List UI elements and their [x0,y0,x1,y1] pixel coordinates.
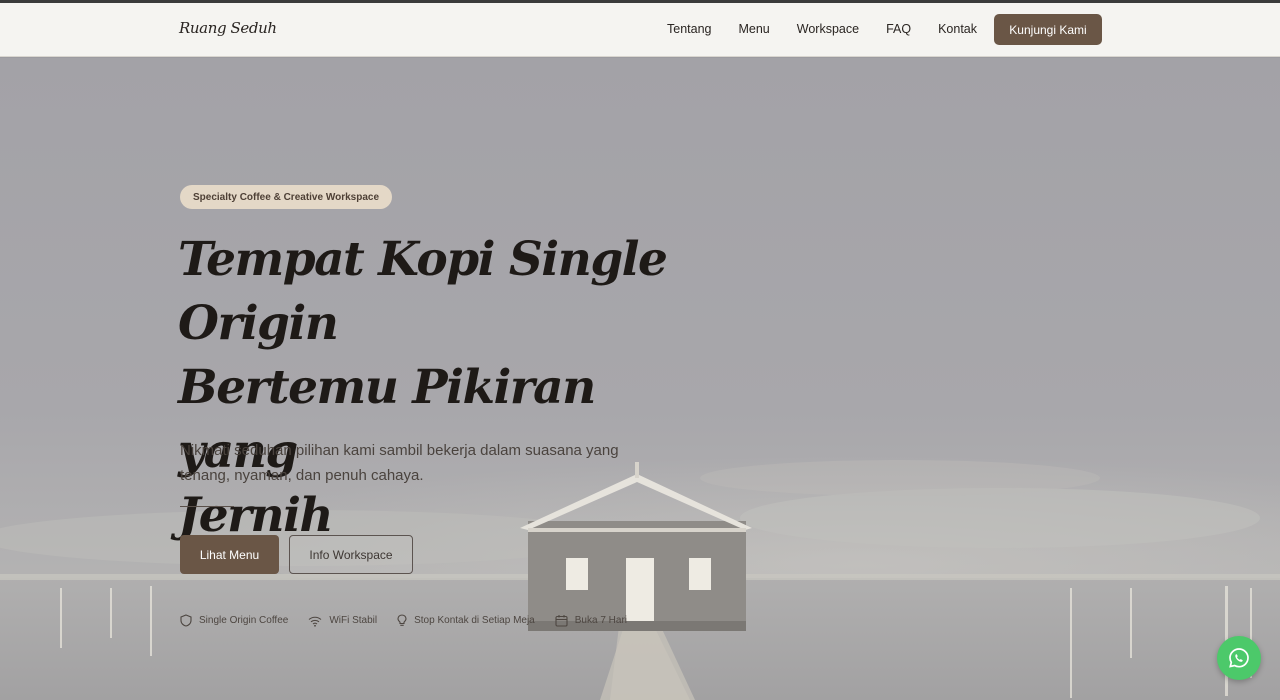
nav-item-tentang[interactable]: Tentang [667,22,711,36]
hero-divider [180,506,234,507]
hero-badge: Specialty Coffee & Creative Workspace [180,185,393,209]
wifi-icon [308,616,322,627]
nav-item-kontak[interactable]: Kontak [938,22,977,36]
feature-label: WiFi Stabil [329,615,378,626]
visit-us-button[interactable]: Kunjungi Kami [994,14,1102,45]
shield-icon [180,614,192,627]
site-header: Ruang Seduh Tentang Menu Workspace FAQ K… [0,3,1280,57]
nav-item-menu[interactable]: Menu [738,22,769,36]
nav-item-workspace[interactable]: Workspace [797,22,859,36]
feature-item-power: Stop Kontak di Setiap Meja [397,614,535,627]
hero-title: Tempat Kopi Single Origin Bertemu Pikira… [178,228,698,548]
whatsapp-button[interactable] [1217,636,1261,680]
hero-title-line-1: Tempat Kopi Single Origin [178,232,668,351]
feature-label: Stop Kontak di Setiap Meja [414,615,535,626]
feature-item-hours: Buka 7 Hari [555,614,627,627]
feature-list: Single Origin Coffee WiFi Stabil Stop Ko… [180,614,647,627]
feature-label: Buka 7 Hari [574,615,627,626]
calendar-icon [555,615,568,627]
nav-item-faq[interactable]: FAQ [886,22,911,36]
workspace-info-button[interactable]: Info Workspace [289,535,413,574]
whatsapp-icon [1229,648,1249,668]
feature-item-wifi: WiFi Stabil [308,615,377,627]
main-nav: Tentang Menu Workspace FAQ Kontak [667,22,1004,36]
view-menu-button[interactable]: Lihat Menu [180,535,279,574]
feature-item-coffee: Single Origin Coffee [180,614,288,627]
feature-label: Single Origin Coffee [199,615,289,626]
brand-logo[interactable]: Ruang Seduh [179,19,277,37]
hero-section: Specialty Coffee & Creative Workspace Te… [0,58,1280,700]
lightbulb-icon [397,614,407,626]
hero-subtitle: Nikmati seduhan pilihan kami sambil beke… [180,442,619,484]
